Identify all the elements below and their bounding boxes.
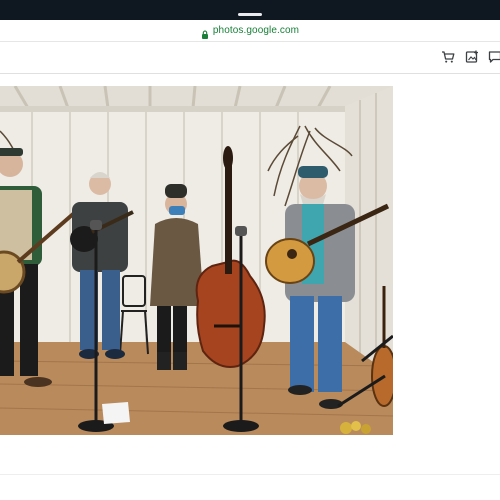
add-to-album-icon[interactable] <box>465 50 479 64</box>
lock-icon <box>201 26 209 39</box>
home-indicator <box>238 13 262 16</box>
comment-icon[interactable] <box>488 50 500 64</box>
photo-toolbar <box>0 42 500 74</box>
status-bar <box>0 0 500 20</box>
band-photo[interactable] <box>0 86 393 435</box>
address-bar[interactable]: photos.google.com <box>0 20 500 42</box>
cart-icon[interactable] <box>441 50 455 64</box>
divider <box>0 474 500 475</box>
url-text: photos.google.com <box>212 25 300 36</box>
